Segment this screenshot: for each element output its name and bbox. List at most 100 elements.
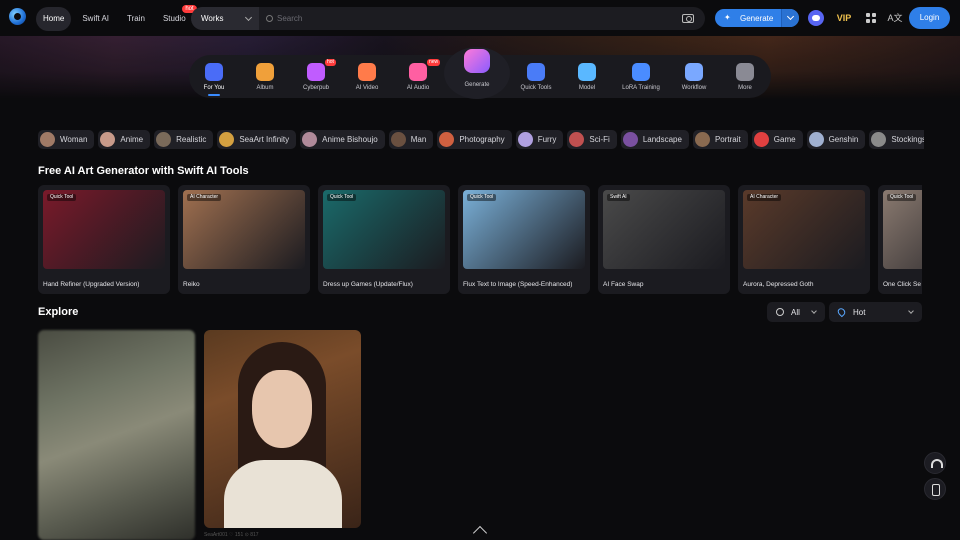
tool-card-thumbnail (463, 190, 585, 269)
more-icon (736, 63, 754, 81)
lora-training-icon (632, 63, 650, 81)
tool-card-title: One Click Se (883, 281, 921, 288)
tag-label: Stockings (891, 135, 924, 144)
generate-button[interactable]: ✦ Generate (715, 9, 799, 27)
tag-avatar (219, 132, 235, 147)
tool-card-title: Flux Text to Image (Speed-Enhanced) (463, 281, 573, 288)
new-badge: new (427, 59, 441, 66)
ai-video-icon (358, 63, 376, 81)
tag-chip[interactable]: Woman (38, 130, 95, 149)
tag-label: Photography (459, 135, 505, 144)
tag-avatar (694, 132, 710, 147)
filter-sort-select[interactable]: Hot (829, 302, 922, 322)
tag-chip[interactable]: SeaArt Infinity (217, 130, 297, 149)
tool-type-chip: Quick Tool (467, 194, 497, 201)
seaart-logo-icon[interactable] (9, 8, 26, 25)
tag-label: Anime Bishoujo (322, 135, 378, 144)
translate-icon[interactable]: A文 (887, 10, 903, 26)
dock-ai-video[interactable]: AI Video (343, 58, 391, 96)
quick-tools-icon (527, 63, 545, 81)
tag-avatar (808, 132, 824, 147)
tag-chip[interactable]: Portrait (692, 130, 748, 149)
filter-all-select[interactable]: All (767, 302, 825, 322)
generate-dropdown-button[interactable] (781, 9, 799, 27)
tag-avatar (156, 132, 172, 147)
tool-card-thumbnail (603, 190, 725, 269)
search-input[interactable] (277, 14, 682, 23)
tool-card[interactable]: Quick Tool Hand Refiner (Upgraded Version… (38, 185, 170, 294)
tag-chip[interactable]: Genshin (806, 130, 866, 149)
model-icon (578, 63, 596, 81)
tag-chip[interactable]: Man (388, 130, 434, 149)
explore-image-blurred[interactable] (38, 330, 195, 540)
support-headset-icon[interactable] (924, 452, 946, 474)
tag-avatar (622, 132, 638, 147)
dock-album[interactable]: Album (241, 58, 289, 96)
camera-icon[interactable] (682, 14, 694, 23)
tag-avatar (871, 132, 887, 147)
nav-train[interactable]: Train (120, 7, 152, 31)
tag-chip[interactable]: Photography (437, 130, 512, 149)
tag-chip[interactable]: Anime Bishoujo (300, 130, 385, 149)
tool-type-chip: Quick Tool (47, 194, 77, 201)
explore-item-stats: SeaArt001 ♡ 151 ⊙ 817 (204, 532, 259, 538)
grid-icon[interactable] (863, 10, 879, 26)
explore-image-portrait[interactable] (204, 330, 361, 528)
tool-type-chip: AI Character (747, 194, 782, 201)
cyberpub-icon (307, 63, 325, 81)
tool-type-chip: Quick Tool (887, 194, 917, 201)
scroll-up-icon[interactable] (472, 525, 488, 540)
tag-avatar (100, 132, 116, 147)
flame-icon (836, 306, 847, 318)
nav-studio[interactable]: Studio hot (156, 5, 197, 31)
portrait-body (224, 460, 342, 528)
dock-for-you[interactable]: For You (190, 58, 238, 96)
vip-icon[interactable]: VIP (836, 10, 852, 26)
login-button[interactable]: Login (909, 7, 950, 29)
tag-chip[interactable]: Furry (515, 130, 564, 149)
tag-chip[interactable]: Stockings (869, 130, 924, 149)
tag-avatar (517, 132, 533, 147)
tag-label: Sci-Fi (589, 135, 610, 144)
tool-card[interactable]: Swift AI AI Face Swap (598, 185, 730, 294)
mobile-app-icon[interactable] (924, 478, 946, 500)
tag-avatar (40, 132, 55, 147)
dock-model[interactable]: Model (563, 58, 611, 96)
tag-chip[interactable]: Anime (98, 130, 151, 149)
tool-card-thumbnail (883, 190, 922, 269)
hot-badge: hot (325, 59, 336, 66)
dock-lora-training[interactable]: LoRA Training (617, 58, 665, 96)
tool-card[interactable]: Quick Tool Dress up Games (Update/Flux) (318, 185, 450, 294)
tag-label: Man (410, 135, 427, 144)
tag-chip[interactable]: Sci-Fi (567, 130, 617, 149)
tool-card[interactable]: Quick Tool One Click Se (878, 185, 922, 294)
tag-label: Landscape (642, 135, 682, 144)
dock-more[interactable]: More (721, 58, 769, 96)
search-scope-select[interactable]: Works (191, 7, 259, 30)
tag-avatar (390, 132, 406, 147)
dock-quick-tools[interactable]: Quick Tools (512, 58, 560, 96)
category-dock: For You Album Cyberpub hot AI Video AI Au… (189, 47, 771, 99)
search-bar: Works (191, 7, 705, 30)
tool-card[interactable]: Quick Tool Flux Text to Image (Speed-Enha… (458, 185, 590, 294)
tool-type-chip: AI Character (187, 194, 222, 201)
search-icon (266, 15, 273, 22)
tag-label: Game (773, 135, 796, 144)
chevron-down-icon (908, 308, 914, 314)
tag-chip[interactable]: Game (751, 130, 803, 149)
tool-card-title: Hand Refiner (Upgraded Version) (43, 281, 140, 288)
tool-card[interactable]: AI Character Aurora, Depressed Goth (738, 185, 870, 294)
tag-label: Anime (120, 135, 144, 144)
nav-home[interactable]: Home (36, 7, 72, 31)
tool-card[interactable]: AI Character Reiko (178, 185, 310, 294)
discord-icon[interactable] (808, 10, 824, 26)
album-icon (256, 63, 274, 81)
tag-chip[interactable]: Realistic (154, 130, 214, 149)
dock-cyberpub[interactable]: Cyberpub hot (292, 58, 340, 96)
nav-swift-ai[interactable]: Swift AI (75, 7, 116, 31)
dock-workflow[interactable]: Workflow (670, 58, 718, 96)
dock-ai-audio[interactable]: AI Audio new (394, 58, 442, 96)
explore-title: Explore (38, 306, 79, 318)
tag-chip[interactable]: Landscape (620, 130, 689, 149)
dock-generate[interactable]: Generate (444, 47, 510, 99)
